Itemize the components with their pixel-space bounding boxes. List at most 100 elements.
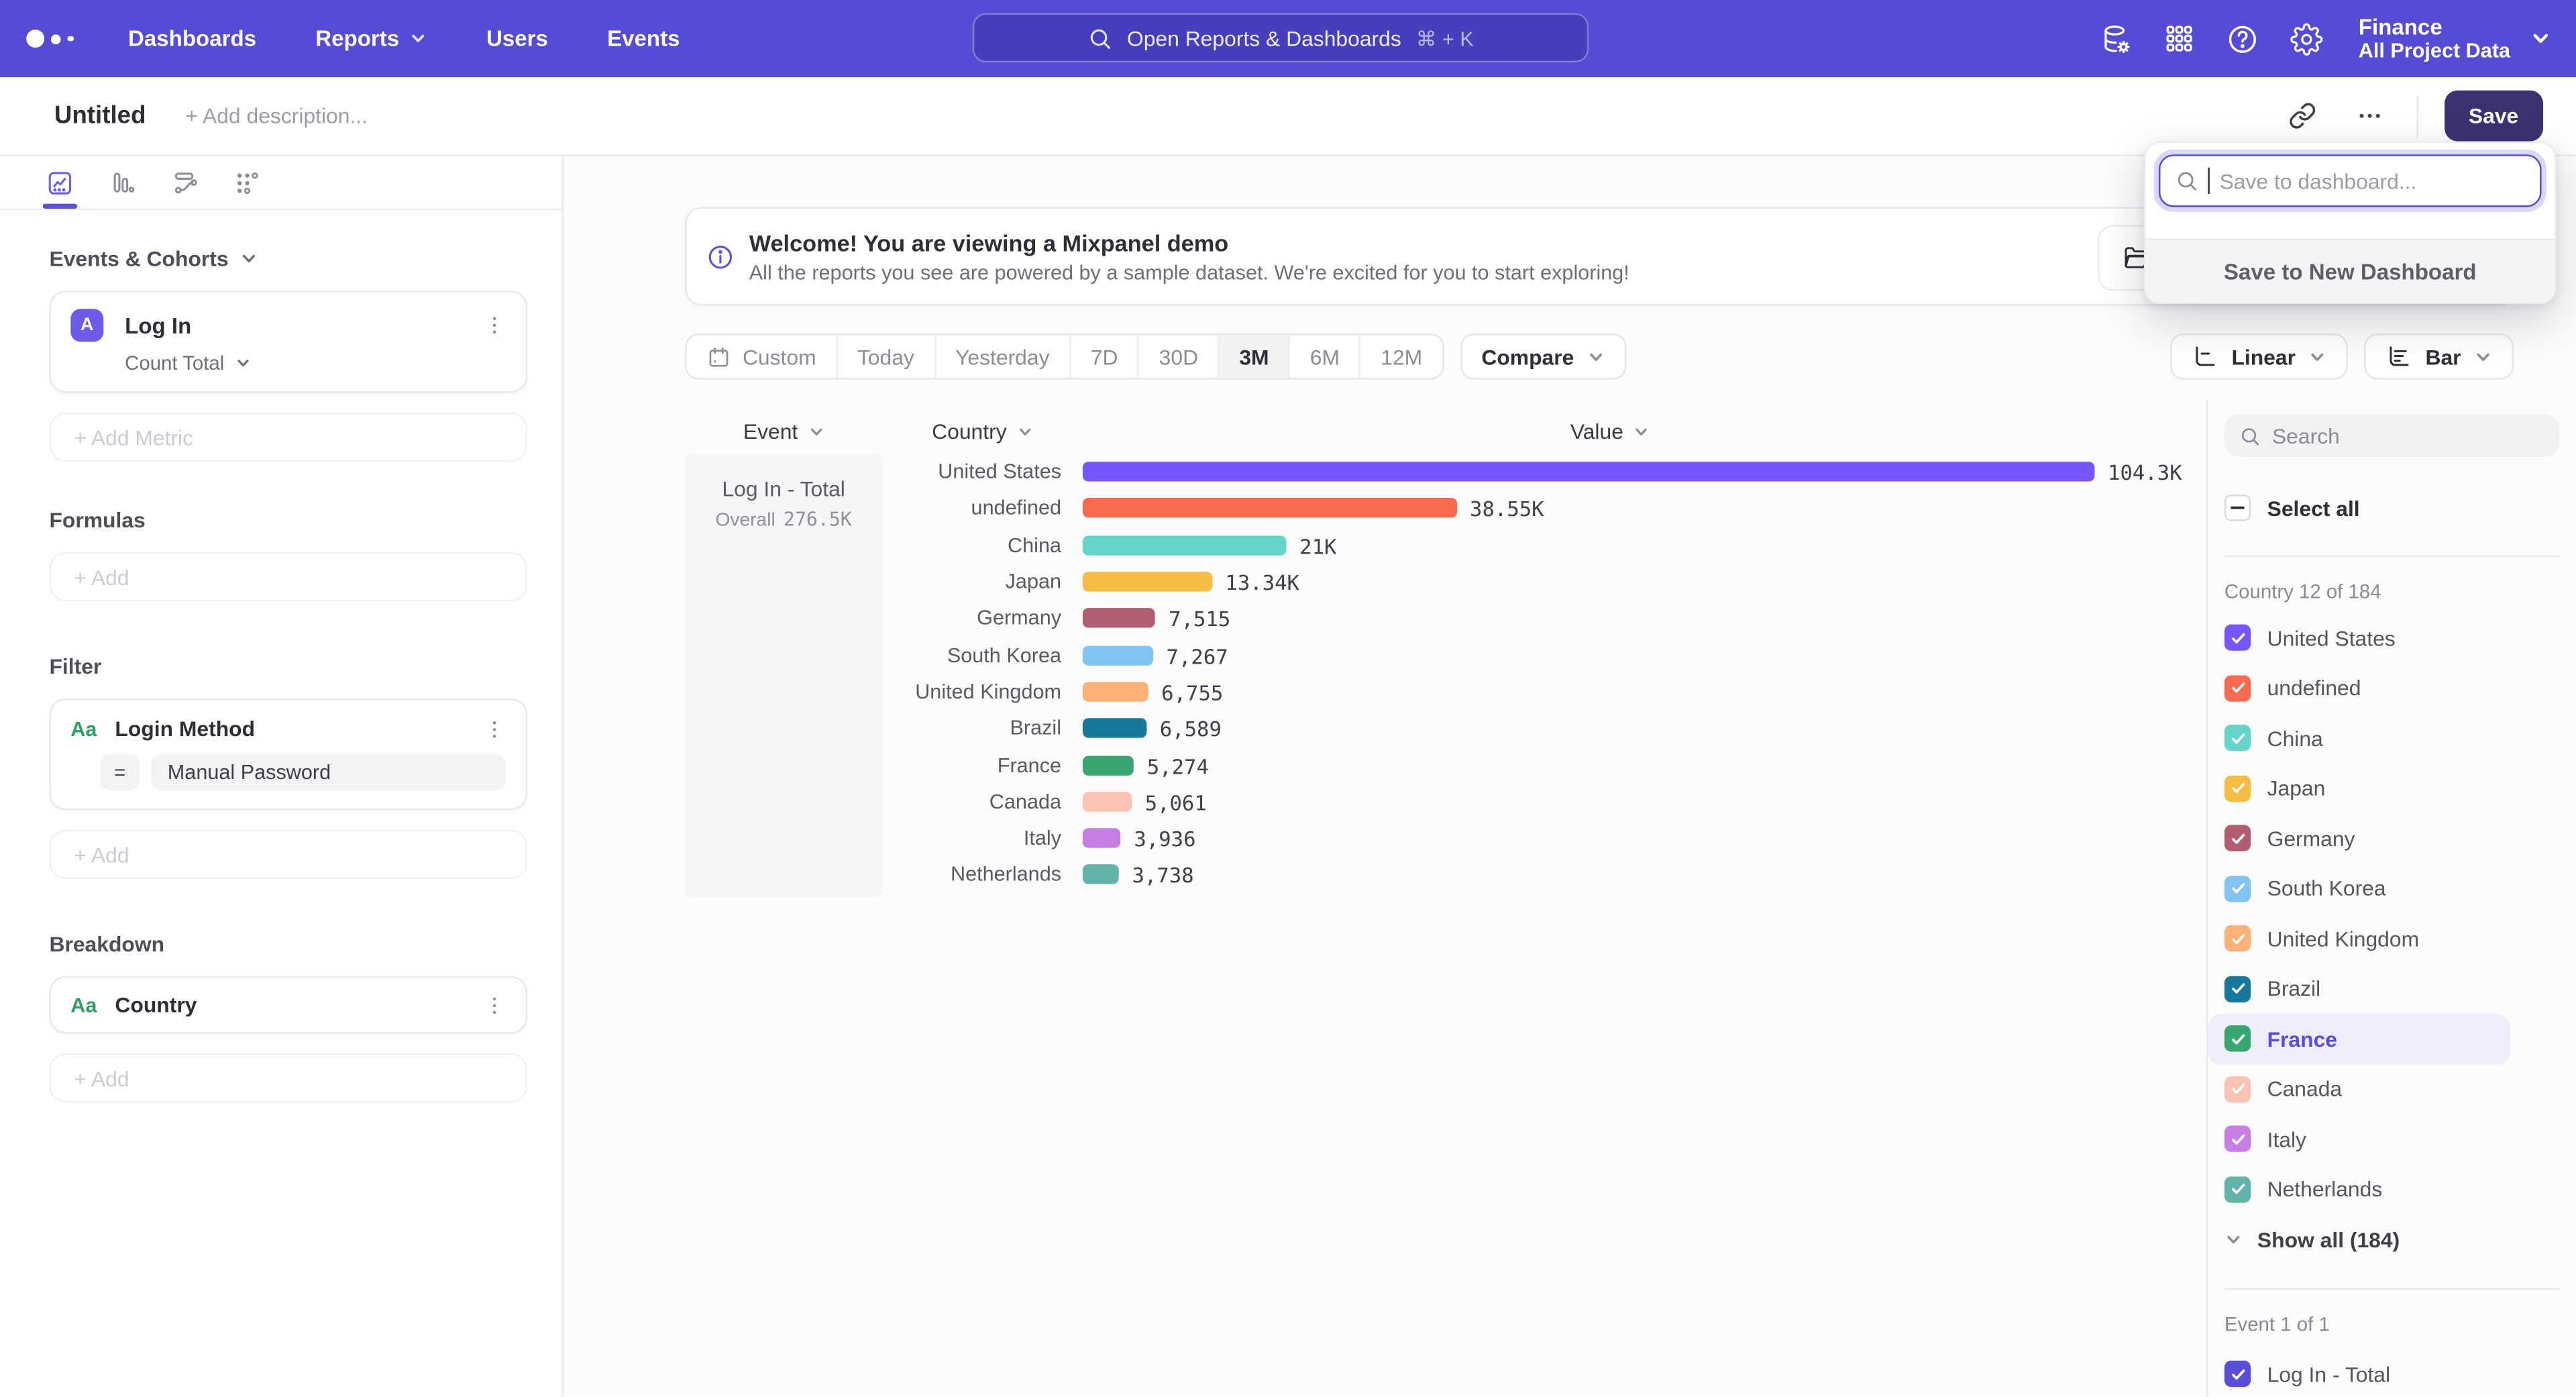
nav-item-users[interactable]: Users	[486, 26, 548, 51]
range-6m[interactable]: 6M	[1290, 335, 1360, 378]
bar-segment[interactable]	[1083, 609, 1156, 628]
filter-value[interactable]: Manual Password	[151, 754, 506, 790]
add-filter-button[interactable]: + Add	[49, 830, 527, 879]
divider	[2224, 556, 2560, 557]
legend-item-south-korea[interactable]: South Korea	[2208, 864, 2510, 914]
add-metric-button[interactable]: + Add Metric	[49, 413, 527, 462]
range-custom[interactable]: Custom	[687, 335, 838, 378]
legend-checkbox[interactable]	[2224, 625, 2251, 651]
legend-item-canada[interactable]: Canada	[2208, 1064, 2510, 1115]
project-switcher[interactable]: Finance All Project Data	[2359, 14, 2551, 63]
breakdown-property-name[interactable]: Country	[115, 992, 197, 1017]
range-12m[interactable]: 12M	[1361, 335, 1442, 378]
bar-segment[interactable]	[1083, 719, 1146, 738]
legend-item-brazil[interactable]: Brazil	[2208, 964, 2510, 1014]
apps-grid-icon[interactable]	[2163, 23, 2194, 54]
metric-name[interactable]: Log In	[125, 313, 191, 338]
gear-icon[interactable]	[2290, 22, 2322, 55]
legend-checkbox[interactable]	[2224, 1076, 2251, 1102]
report-title[interactable]: Untitled	[54, 102, 146, 130]
legend-item-italy[interactable]: Italy	[2208, 1114, 2510, 1164]
nav-item-reports[interactable]: Reports	[315, 26, 427, 51]
legend-checkbox[interactable]	[2224, 725, 2251, 752]
ellipsis-icon[interactable]	[2349, 95, 2390, 136]
nav-item-dashboards[interactable]: Dashboards	[128, 26, 256, 51]
save-to-new-dashboard-option[interactable]: Save to New Dashboard	[2145, 238, 2555, 303]
save-button[interactable]: Save	[2444, 91, 2543, 142]
tab-insights[interactable]	[46, 156, 74, 209]
tab-retention[interactable]	[233, 156, 262, 209]
legend-checkbox[interactable]	[2224, 925, 2251, 951]
chart-type-button[interactable]: Bar	[2365, 333, 2514, 380]
legend-checkbox[interactable]	[2224, 1176, 2251, 1202]
tab-funnels[interactable]	[109, 156, 137, 209]
legend-search-input[interactable]	[2272, 423, 2518, 448]
select-all-checkbox[interactable]	[2224, 495, 2251, 521]
bar-segment[interactable]	[1083, 682, 1148, 701]
legend-item-united-states[interactable]: United States	[2208, 613, 2510, 663]
legend-checkbox[interactable]	[2224, 1126, 2251, 1152]
add-breakdown-button[interactable]: + Add	[49, 1053, 527, 1102]
bar-segment[interactable]	[1083, 865, 1119, 884]
bar-segment[interactable]	[1083, 499, 1457, 518]
range-7d[interactable]: 7D	[1071, 335, 1139, 378]
compare-button[interactable]: Compare	[1460, 333, 1627, 380]
metric-aggregation[interactable]: Count Total	[125, 352, 526, 374]
bar-segment[interactable]	[1083, 572, 1212, 591]
column-header-event[interactable]: Event	[685, 419, 882, 444]
legend-item-netherlands[interactable]: Netherlands	[2208, 1164, 2510, 1214]
legend-checkbox[interactable]	[2224, 675, 2251, 701]
filter-operator[interactable]: =	[100, 754, 140, 790]
legend-item-japan[interactable]: Japan	[2208, 764, 2510, 814]
legend-checkbox[interactable]	[2224, 876, 2251, 902]
events-cohorts-header[interactable]: Events & Cohorts	[49, 246, 527, 271]
column-header-value[interactable]: Value	[1104, 419, 2116, 444]
nav-item-events[interactable]: Events	[607, 26, 680, 51]
bar-segment[interactable]	[1083, 755, 1134, 774]
event-series-cell[interactable]: Log In - Total Overall276.5K	[685, 454, 882, 896]
bar-segment[interactable]	[1083, 645, 1153, 665]
add-description[interactable]: + Add description...	[185, 103, 368, 128]
legend-item-china[interactable]: China	[2208, 713, 2510, 764]
legend-checkbox[interactable]	[2224, 1026, 2251, 1052]
global-search-button[interactable]: Open Reports & Dashboards ⌘ + K	[973, 13, 1589, 62]
metric-card[interactable]: A Log In Count Total	[49, 291, 527, 393]
legend-item-undefined[interactable]: undefined	[2208, 663, 2510, 713]
range-3m[interactable]: 3M	[1220, 335, 1290, 378]
filter-property-name[interactable]: Login Method	[115, 717, 255, 741]
save-dashboard-search[interactable]	[2159, 154, 2542, 207]
legend-item-event[interactable]: Log In - Total	[2208, 1349, 2510, 1397]
range-yesterday[interactable]: Yesterday	[936, 335, 1071, 378]
kebab-icon[interactable]	[483, 314, 506, 337]
legend-item-germany[interactable]: Germany	[2208, 813, 2510, 864]
filter-card[interactable]: Aa Login Method = Manual Password	[49, 698, 527, 811]
help-icon[interactable]	[2225, 22, 2258, 55]
kebab-icon[interactable]	[483, 993, 506, 1016]
save-dashboard-input[interactable]	[2220, 168, 2516, 193]
data-gear-icon[interactable]	[2099, 22, 2132, 55]
bar-segment[interactable]	[1083, 792, 1132, 811]
range-30d[interactable]: 30D	[1139, 335, 1220, 378]
bar-segment[interactable]	[1083, 462, 2095, 482]
kebab-icon[interactable]	[483, 717, 506, 740]
column-header-country[interactable]: Country	[882, 419, 1083, 444]
breakdown-card[interactable]: Aa Country	[49, 976, 527, 1034]
bar-segment[interactable]	[1083, 535, 1287, 555]
legend-checkbox[interactable]	[2224, 775, 2251, 801]
legend-label: Germany	[2267, 826, 2355, 851]
legend-checkbox[interactable]	[2224, 825, 2251, 851]
legend-item-france[interactable]: France	[2208, 1014, 2510, 1064]
link-icon[interactable]	[2282, 95, 2322, 136]
range-today[interactable]: Today	[837, 335, 935, 378]
bar-segment[interactable]	[1083, 829, 1121, 848]
scale-selector-button[interactable]: Linear	[2171, 333, 2349, 380]
legend-item-united-kingdom[interactable]: United Kingdom	[2208, 914, 2510, 964]
legend-checkbox[interactable]	[2224, 976, 2251, 1002]
add-formula-button[interactable]: + Add	[49, 552, 527, 601]
select-all-row[interactable]: Select all	[2224, 495, 2560, 521]
legend-search[interactable]	[2224, 414, 2560, 457]
show-all-button[interactable]: Show all (184)	[2224, 1227, 2560, 1252]
event-checkbox[interactable]	[2224, 1361, 2251, 1387]
mixpanel-logo-icon[interactable]	[26, 30, 82, 48]
tab-flows[interactable]	[171, 156, 199, 209]
